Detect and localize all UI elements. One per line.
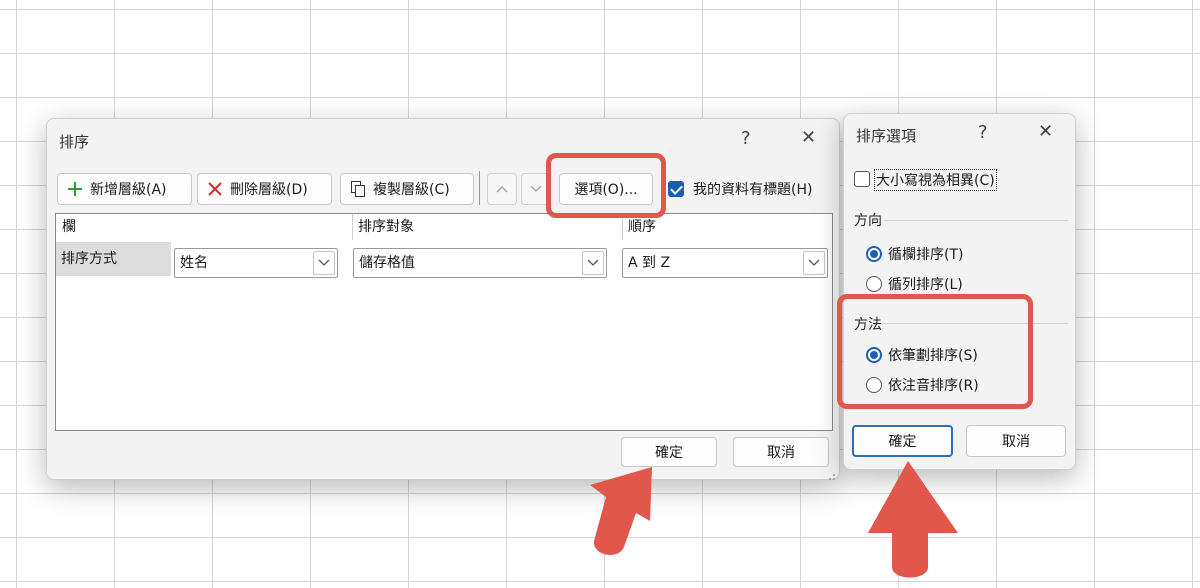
toolbar-separator — [479, 171, 480, 205]
cancel-button[interactable]: 取消 — [966, 425, 1066, 457]
ok-button[interactable]: 確定 — [621, 437, 717, 467]
phonetic-order-label: 依注音排序(R) — [888, 378, 979, 394]
sort-by-label: 排序方式 — [56, 242, 171, 276]
has-headers-label: 我的資料有標題(H) — [693, 182, 813, 198]
order-header: 順序 — [628, 219, 656, 235]
add-level-label: 新增層級(A) — [90, 182, 167, 198]
chevron-down-icon[interactable] — [582, 251, 604, 275]
column-select[interactable]: 姓名 — [174, 248, 338, 278]
sort-dialog-title: 排序 — [59, 133, 90, 151]
sort-on-select[interactable]: 儲存格值 — [353, 248, 607, 278]
help-button[interactable]: ? — [741, 130, 751, 148]
help-button[interactable]: ? — [978, 124, 988, 142]
red-arrow-icon — [868, 461, 958, 578]
close-button[interactable]: ✕ — [801, 129, 816, 147]
close-button[interactable]: ✕ — [1038, 123, 1053, 141]
copy-level-label: 複製層級(C) — [373, 182, 450, 198]
sort-top-to-bottom-label: 循欄排序(T) — [888, 247, 964, 263]
delete-level-label: 刪除層級(D) — [230, 182, 308, 198]
sort-options-title: 排序選項 — [856, 127, 917, 145]
phonetic-order-radio[interactable] — [866, 377, 882, 393]
delete-level-button[interactable]: 刪除層級(D) — [197, 173, 332, 205]
arrow-up-icon — [493, 180, 511, 198]
sort-on-select-value: 儲存格值 — [359, 255, 415, 271]
sort-dialog: 排序 ? ✕ 新增層級(A) 刪除層級(D) 複製層級(C) 選項(O)... … — [46, 118, 840, 480]
plus-icon — [66, 180, 84, 198]
column-select-value: 姓名 — [180, 255, 208, 271]
sort-levels-grid: 欄 排序對象 順序 排序方式 姓名 儲存格值 A 到 Z — [55, 213, 833, 431]
method-title: 方法 — [854, 317, 882, 333]
method-divider — [884, 323, 1068, 324]
resize-grip-icon[interactable] — [826, 466, 836, 480]
copy-icon — [349, 180, 367, 198]
ok-button[interactable]: 確定 — [852, 425, 953, 457]
delete-x-icon — [206, 180, 224, 198]
sort-options-dialog: 排序選項 ? ✕ 大小寫視為相異(C) 方向 循欄排序(T) 循列排序(L) 方… — [843, 113, 1076, 470]
case-sensitive-checkbox[interactable] — [854, 171, 870, 187]
cancel-button[interactable]: 取消 — [733, 437, 829, 467]
add-level-button[interactable]: 新增層級(A) — [57, 173, 192, 205]
orientation-divider — [884, 220, 1068, 221]
copy-level-button[interactable]: 複製層級(C) — [340, 173, 474, 205]
sort-left-to-right-label: 循列排序(L) — [888, 277, 963, 293]
sort-on-header: 排序對象 — [358, 219, 414, 235]
arrow-down-icon — [527, 180, 545, 198]
sort-left-to-right-radio[interactable] — [866, 276, 882, 292]
orientation-title: 方向 — [854, 213, 882, 229]
case-sensitive-label: 大小寫視為相異(C) — [874, 169, 997, 191]
options-button[interactable]: 選項(O)... — [559, 173, 653, 205]
move-down-button[interactable] — [521, 173, 551, 205]
order-select[interactable]: A 到 Z — [622, 248, 828, 278]
options-label: 選項(O)... — [574, 182, 638, 198]
column-header: 欄 — [62, 219, 76, 235]
move-up-button[interactable] — [487, 173, 517, 205]
stroke-order-label: 依筆劃排序(S) — [888, 348, 978, 364]
order-select-value: A 到 Z — [628, 255, 671, 271]
has-headers-checkbox[interactable] — [668, 181, 684, 197]
stroke-order-radio[interactable] — [866, 347, 882, 363]
chevron-down-icon[interactable] — [803, 251, 825, 275]
sort-top-to-bottom-radio[interactable] — [866, 246, 882, 262]
chevron-down-icon[interactable] — [313, 251, 335, 275]
